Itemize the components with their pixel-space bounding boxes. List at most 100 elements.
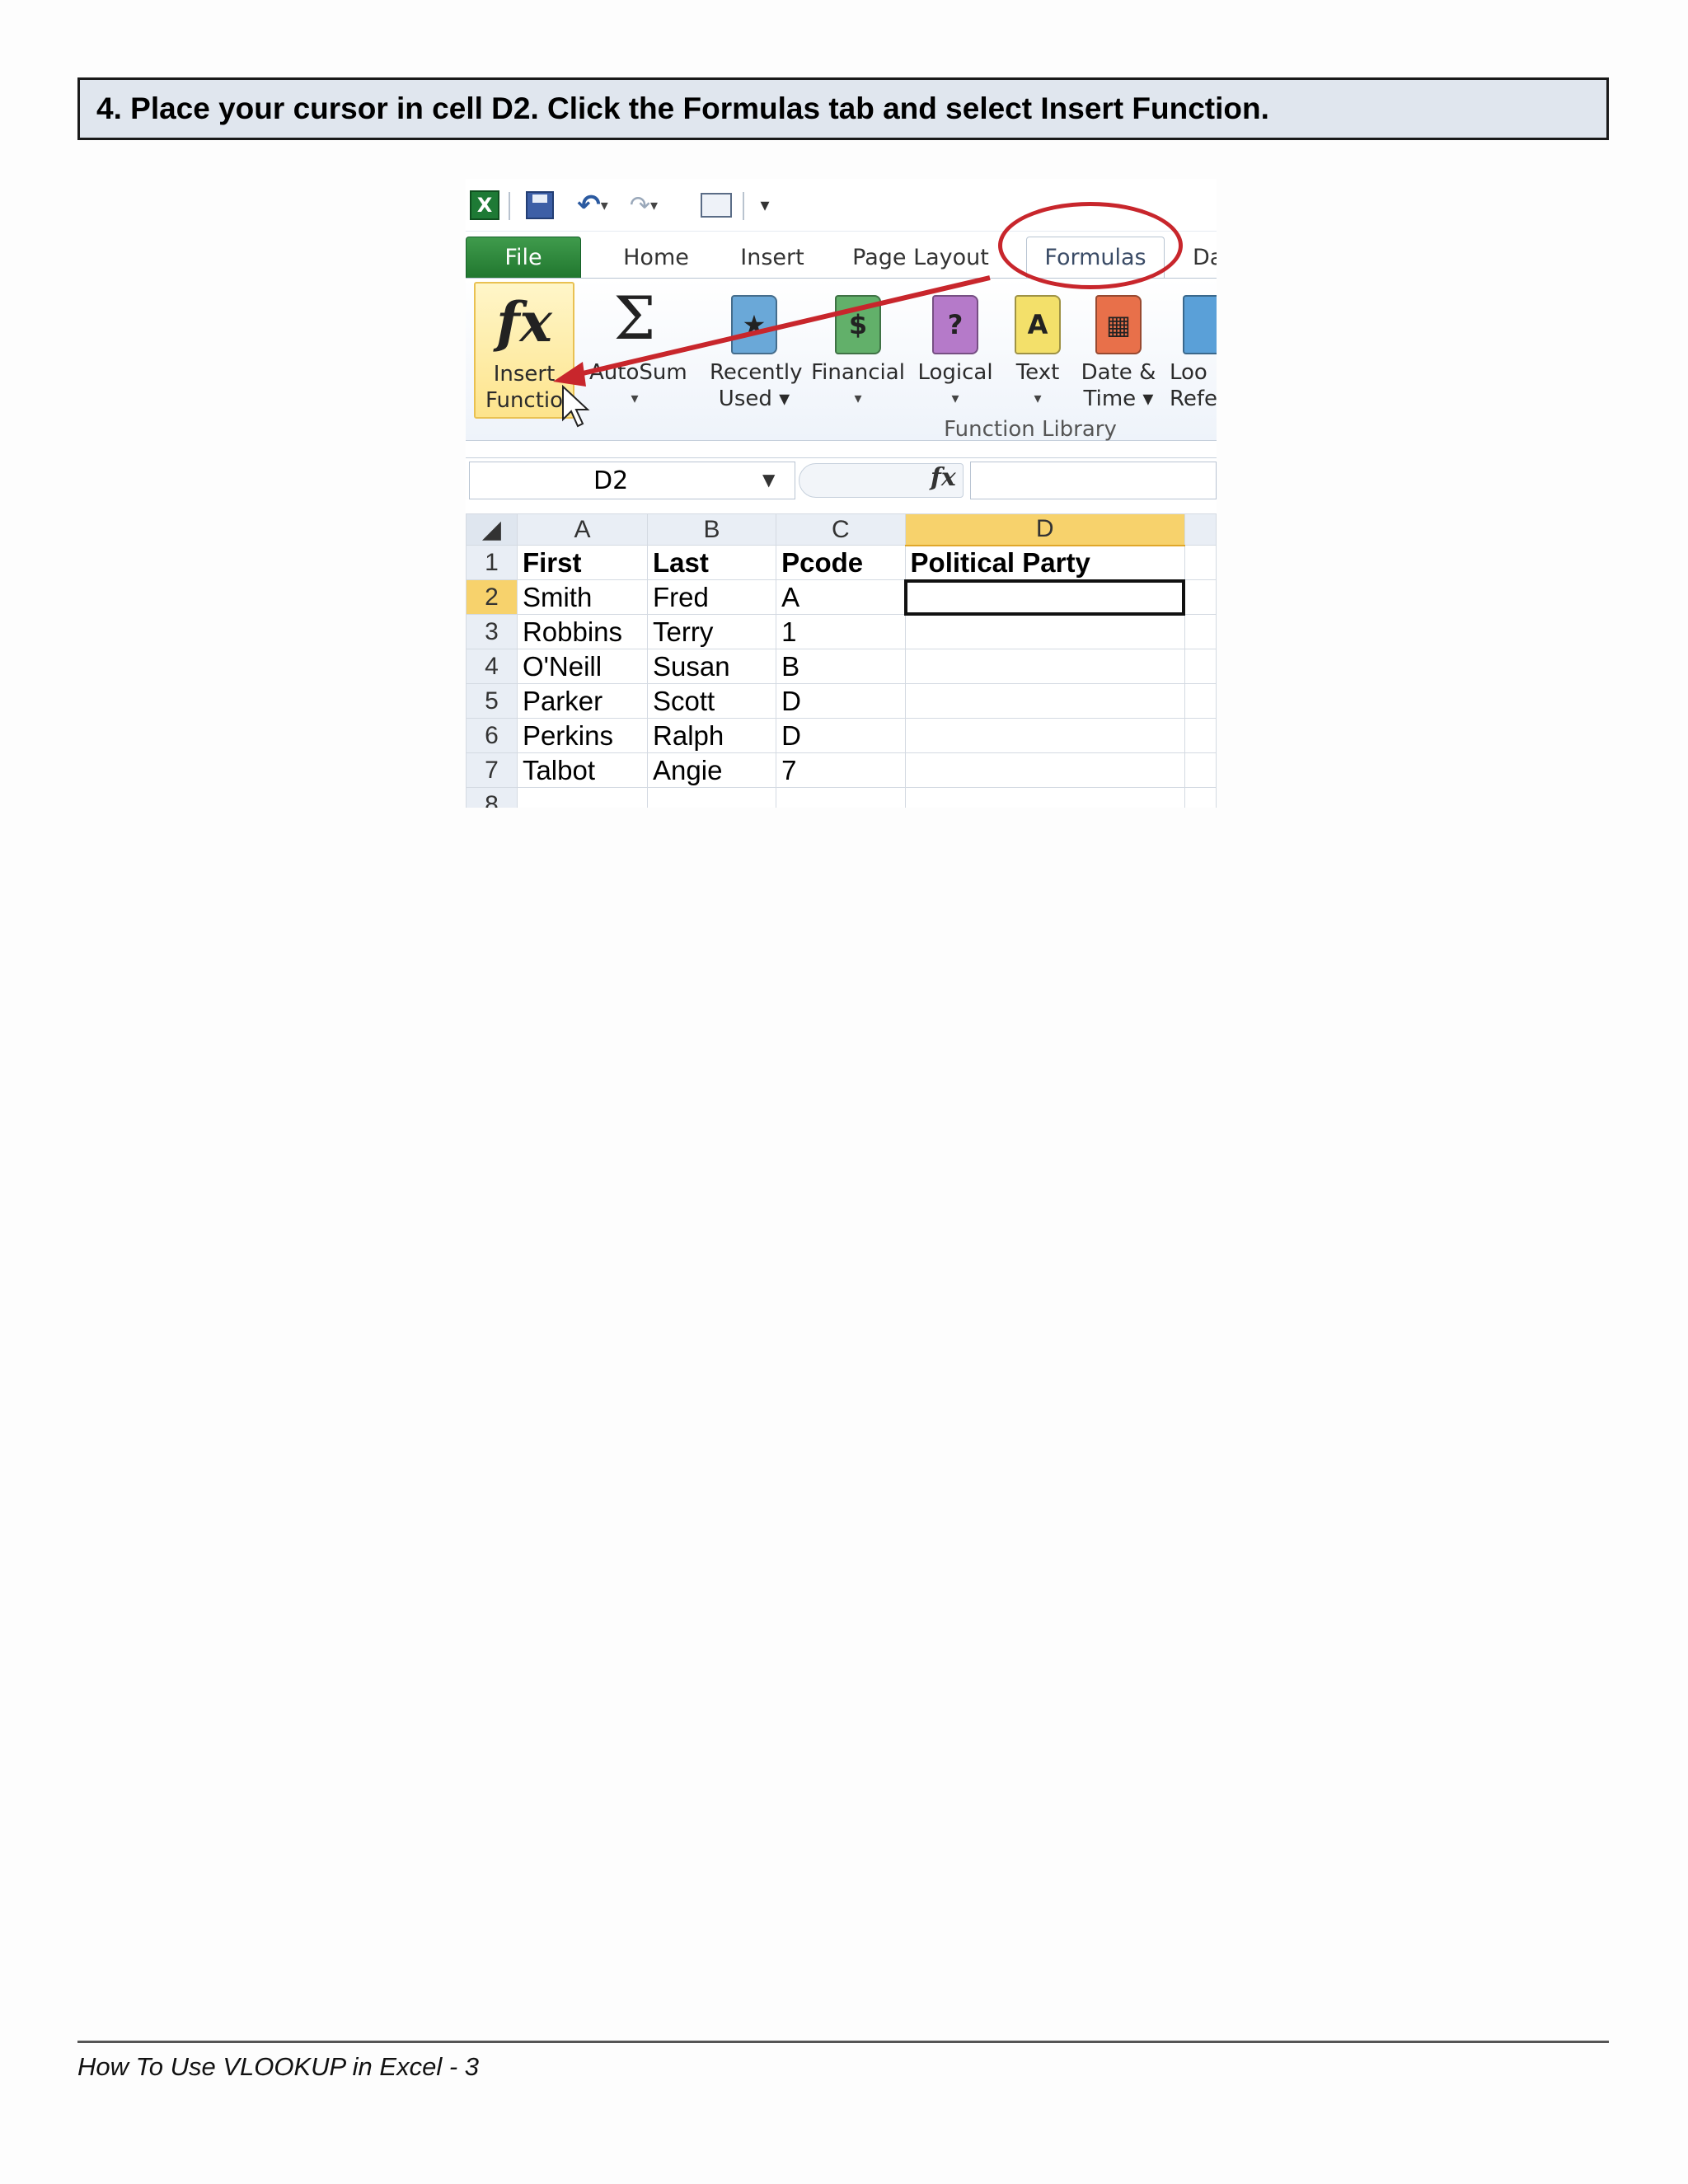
column-header-a[interactable]: A [516,513,649,546]
cell-b8[interactable] [647,787,777,808]
row-header[interactable]: 3 [466,614,518,649]
tab-file[interactable]: File [466,237,581,278]
insert-function-label-2: Functio [485,388,564,413]
recently-used-button[interactable]: ★ Recently Used ▾ [710,279,803,419]
chevron-down-icon: ▾ [631,390,639,407]
date-time-label-2: Time ▾ [1083,387,1154,411]
lookup-label-2: Refe [1170,387,1217,411]
cell-d4[interactable] [904,649,1185,684]
column-header-b[interactable]: B [647,513,777,546]
name-box[interactable]: D2 [469,462,795,499]
cell-a8[interactable] [516,787,649,808]
tab-page-layout[interactable]: Page Layout [842,237,1000,278]
redo-icon[interactable]: ↷ ▾ [621,189,667,222]
chevron-down-icon[interactable]: ▼ [762,470,775,490]
date-time-button[interactable]: ▦ Date & Time ▾ [1079,279,1158,419]
logical-button[interactable]: ? Logical ▾ [914,279,996,419]
text-button[interactable]: A Text ▾ [1003,279,1072,419]
row-header[interactable]: 1 [466,545,518,580]
select-all-corner[interactable]: ◢ [466,513,518,546]
cell-b1[interactable]: Last [647,545,777,580]
row-header[interactable]: 4 [466,649,518,684]
cell-a1[interactable]: First [516,545,649,580]
table-row: 6 Perkins Ralph D [466,718,1217,753]
cell-a5[interactable]: Parker [516,683,649,719]
column-header-e[interactable] [1184,513,1217,546]
formula-input[interactable] [970,462,1217,499]
cell-d5[interactable] [904,683,1185,719]
row-header[interactable]: 5 [466,683,518,719]
cell-b3[interactable]: Terry [647,614,777,649]
cell-e5[interactable] [1184,683,1217,719]
tab-data[interactable]: Da [1193,237,1217,278]
cell-b6[interactable]: Ralph [647,718,777,753]
row-header[interactable]: 7 [466,752,518,788]
cell-b7[interactable]: Angie [647,752,777,788]
cell-c7[interactable]: 7 [776,752,906,788]
cell-c4[interactable]: B [776,649,906,684]
sigma-icon: Σ [613,284,656,353]
fx-icon: fx [496,290,552,354]
cell-e6[interactable] [1184,718,1217,753]
chevron-down-icon: ▾ [951,390,959,407]
customize-menu-icon[interactable]: ▾ [751,189,779,222]
table-row: 4 O'Neill Susan B [466,649,1217,684]
cell-c3[interactable]: 1 [776,614,906,649]
cell-e1[interactable] [1184,545,1217,580]
cell-e7[interactable] [1184,752,1217,788]
cell-d1[interactable]: Political Party [904,545,1185,580]
cell-c1[interactable]: Pcode [776,545,906,580]
cell-a4[interactable]: O'Neill [516,649,649,684]
row-header[interactable]: 2 [466,579,518,615]
cell-d6[interactable] [904,718,1185,753]
excel-logo-icon: X [469,189,500,222]
recently-used-label-2: Used ▾ [718,387,790,411]
cell-a3[interactable]: Robbins [516,614,649,649]
row-header[interactable]: 8 [466,787,518,808]
cell-c8[interactable] [776,787,906,808]
recently-used-book-icon: ★ [731,295,777,354]
function-library-group-label: Function Library [944,417,1117,442]
financial-button[interactable]: $ Financial ▾ [809,279,907,419]
tab-home[interactable]: Home [611,237,701,278]
insert-function-button[interactable]: fx Insert Functio [474,282,574,419]
lookup-book-icon [1183,295,1217,354]
autosum-button[interactable]: Σ AutoSum ▾ [589,279,687,419]
cell-b4[interactable]: Susan [647,649,777,684]
logical-book-icon: ? [932,295,978,354]
cell-a6[interactable]: Perkins [516,718,649,753]
cell-c2[interactable]: A [776,579,906,615]
formulas-highlight-circle [998,202,1183,289]
table-row: 5 Parker Scott D [466,683,1217,719]
cell-a2[interactable]: Smith [516,579,649,615]
column-header-c[interactable]: C [776,513,906,546]
cell-b5[interactable]: Scott [647,683,777,719]
insert-function-fx-icon[interactable]: fx [931,463,956,492]
row-header[interactable]: 6 [466,718,518,753]
cell-e2[interactable] [1184,579,1217,615]
tab-insert[interactable]: Insert [728,237,817,278]
financial-label: Financial [811,360,905,385]
save-icon[interactable] [523,189,556,222]
cell-d2-active[interactable] [904,579,1186,616]
cell-d8[interactable] [904,787,1185,808]
worksheet-grid: ◢ A B C D 1 First Last Pcode Political P… [466,513,1217,808]
excel-logo-letter: X [470,190,499,220]
text-book-icon: A [1015,295,1061,354]
form-icon[interactable] [698,189,734,222]
date-time-book-icon: ▦ [1095,295,1142,354]
cell-e8[interactable] [1184,787,1217,808]
cell-d3[interactable] [904,614,1185,649]
cell-b2[interactable]: Fred [647,579,777,615]
cell-a7[interactable]: Talbot [516,752,649,788]
cell-e3[interactable] [1184,614,1217,649]
cell-c5[interactable]: D [776,683,906,719]
cell-d7[interactable] [904,752,1185,788]
undo-icon[interactable]: ↶ ▾ [568,189,617,222]
column-header-d[interactable]: D [904,513,1185,546]
lookup-reference-button[interactable]: Loo Refe [1166,279,1217,419]
footer-text: How To Use VLOOKUP in Excel - 3 [77,2052,479,2081]
cell-e4[interactable] [1184,649,1217,684]
recently-used-label-1: Recently [710,360,803,385]
cell-c6[interactable]: D [776,718,906,753]
